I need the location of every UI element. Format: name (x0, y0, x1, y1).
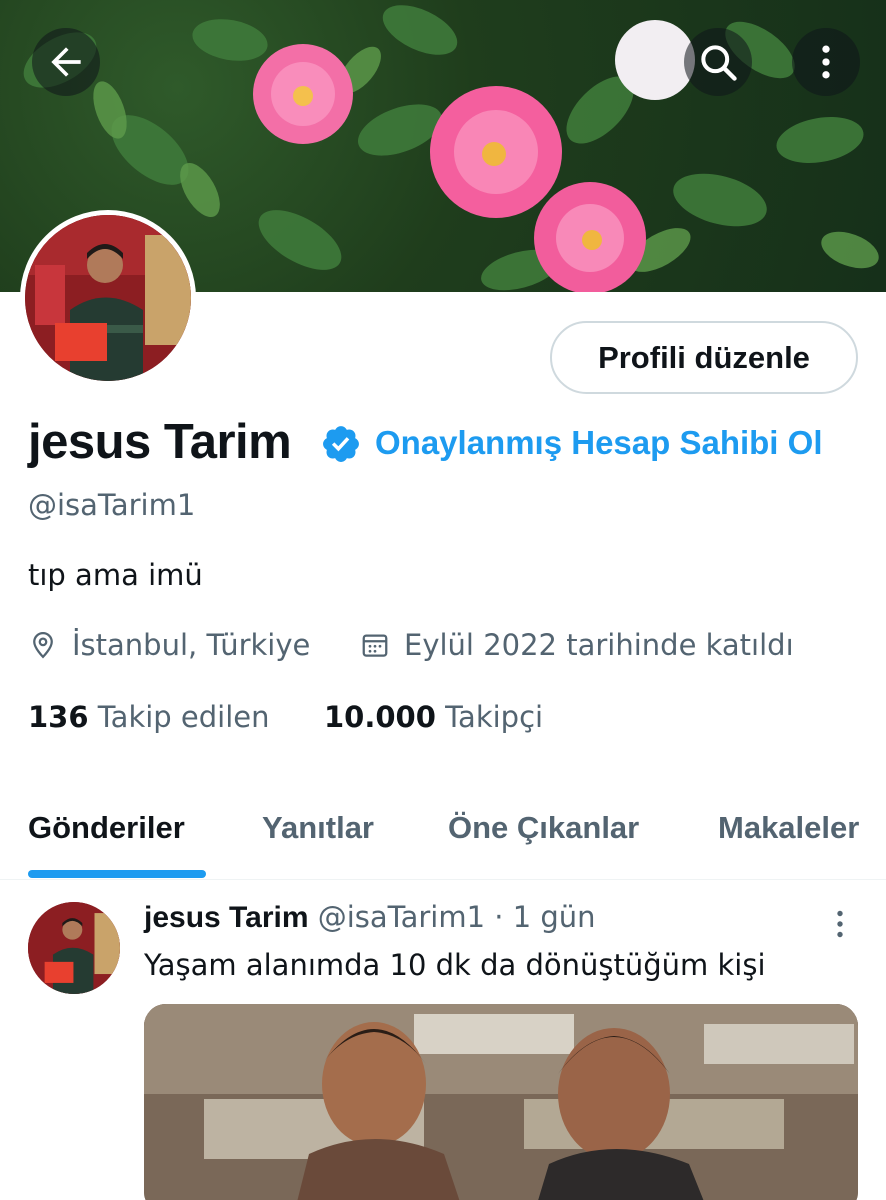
edit-profile-button[interactable]: Profili düzenle (550, 321, 858, 394)
more-button[interactable] (792, 28, 860, 96)
location-text: İstanbul, Türkiye (72, 628, 311, 662)
followers-link[interactable]: 10.000 Takipçi (324, 700, 543, 734)
back-button[interactable] (32, 28, 100, 96)
search-icon (701, 45, 737, 81)
followers-count: 10.000 (324, 700, 436, 734)
join-date-text: Eylül 2022 tarihinde katıldı (404, 628, 794, 662)
tab-posts[interactable]: Gönderiler (28, 810, 185, 846)
profile-location: İstanbul, Türkiye (28, 628, 310, 662)
post-header: jesus Tarim @isaTarim1 · 1 gün (144, 900, 596, 935)
following-link[interactable]: 136 Takip edilen (28, 700, 270, 734)
post-photo (144, 1004, 858, 1200)
profile-join-date: Eylül 2022 tarihinde katıldı (360, 628, 794, 662)
verified-badge-icon[interactable] (320, 423, 362, 465)
following-count: 136 (28, 700, 89, 734)
back-arrow-icon (51, 47, 81, 77)
post-author-handle[interactable]: @isaTarim1 (318, 900, 485, 934)
location-pin-icon (33, 631, 53, 659)
followers-label: Takipçi (445, 700, 544, 734)
tab-highlights[interactable]: Öne Çıkanlar (448, 810, 639, 846)
more-vertical-icon (822, 45, 830, 79)
profile-bio: tıp ama imü (28, 558, 203, 592)
search-button[interactable] (684, 28, 752, 96)
get-verified-link[interactable]: Onaylanmış Hesap Sahibi Ol (375, 424, 822, 462)
post-avatar-image (28, 902, 120, 994)
profile-tabs: Gönderiler Yanıtlar Öne Çıkanlar Makalel… (0, 784, 886, 880)
post-author-avatar[interactable] (28, 902, 120, 994)
post-time[interactable]: 1 gün (513, 900, 596, 934)
tab-articles[interactable]: Makaleler (718, 810, 859, 846)
avatar-image (25, 215, 191, 381)
active-tab-indicator (28, 870, 206, 878)
tab-replies[interactable]: Yanıtlar (262, 810, 374, 846)
calendar-icon (362, 634, 388, 657)
profile-avatar[interactable] (20, 210, 196, 386)
following-label: Takip edilen (97, 700, 270, 734)
post-text: Yaşam alanımda 10 dk da dönüştüğüm kişi (144, 948, 766, 982)
profile-handle: @isaTarim1 (28, 488, 196, 522)
profile-display-name: jesus Tarim (28, 415, 292, 469)
post-author-name[interactable]: jesus Tarim (144, 901, 309, 934)
post-media-image[interactable] (144, 1004, 858, 1200)
post-more-icon[interactable] (826, 906, 854, 942)
post-separator: · (494, 900, 504, 934)
